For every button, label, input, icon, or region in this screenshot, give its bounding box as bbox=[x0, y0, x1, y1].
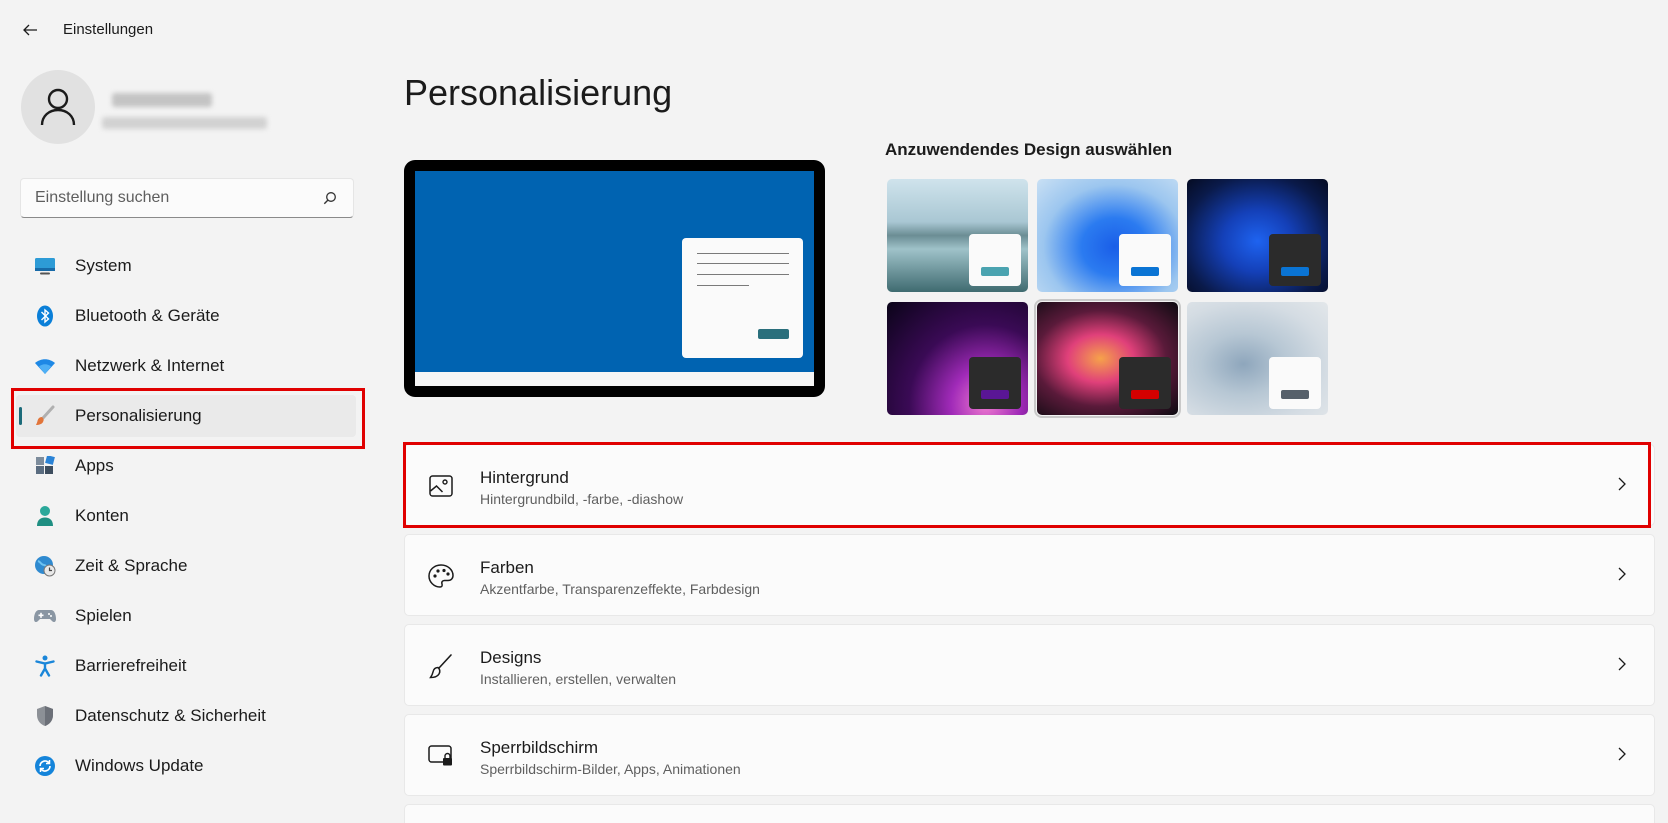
sidebar-item-accessibility[interactable]: Barrierefreiheit bbox=[16, 645, 356, 687]
theme-tile-flow[interactable] bbox=[1187, 302, 1328, 415]
preview-window-line bbox=[697, 274, 789, 275]
sidebar-item-label: System bbox=[75, 256, 132, 275]
preview-window-line bbox=[697, 263, 789, 264]
wifi-icon bbox=[34, 355, 56, 377]
title-bar: Einstellungen bbox=[0, 0, 1668, 60]
preview-window-button bbox=[758, 329, 789, 339]
paintbrush-icon bbox=[34, 405, 56, 427]
setting-subtitle: Hintergrundbild, -farbe, -diashow bbox=[480, 491, 684, 507]
theme-accent-chip bbox=[1131, 390, 1159, 399]
avatar[interactable] bbox=[21, 70, 95, 144]
sidebar-item-label: Datenschutz & Sicherheit bbox=[75, 706, 266, 725]
chevron-right-icon bbox=[1618, 567, 1626, 581]
theme-accent-chip bbox=[1281, 390, 1309, 399]
theme-tile-lake[interactable] bbox=[887, 179, 1028, 292]
sidebar-item-label: Bluetooth & Geräte bbox=[75, 306, 220, 325]
sidebar-item-bluetooth[interactable]: Bluetooth & Geräte bbox=[16, 295, 356, 337]
search-input[interactable]: Einstellung suchen bbox=[35, 189, 321, 207]
sidebar-item-label: Zeit & Sprache bbox=[75, 556, 188, 575]
sidebar-item-label: Apps bbox=[75, 456, 114, 475]
themes-heading: Anzuwendendes Design auswählen bbox=[885, 140, 1173, 159]
person-icon bbox=[40, 88, 76, 126]
setting-subtitle: Akzentfarbe, Transparenzeffekte, Farbdes… bbox=[480, 581, 760, 597]
sidebar-item-network[interactable]: Netzwerk & Internet bbox=[16, 345, 356, 387]
setting-row-designs[interactable]: Designs Installieren, erstellen, verwalt… bbox=[404, 624, 1655, 706]
sidebar-nav: System Bluetooth & Geräte Netzwerk & Int… bbox=[16, 245, 356, 795]
theme-card-light bbox=[969, 234, 1021, 286]
sidebar-item-apps[interactable]: Apps bbox=[16, 445, 356, 487]
back-button[interactable] bbox=[16, 16, 44, 44]
update-icon bbox=[34, 755, 56, 777]
accessibility-icon bbox=[34, 655, 56, 677]
sidebar-item-personalization[interactable]: Personalisierung bbox=[16, 395, 356, 437]
apps-icon bbox=[34, 455, 56, 477]
sidebar-item-gaming[interactable]: Spielen bbox=[16, 595, 356, 637]
gamepad-icon bbox=[34, 605, 56, 627]
page-title: Personalisierung bbox=[404, 72, 673, 113]
search-icon[interactable] bbox=[321, 189, 339, 207]
setting-row-lockscreen[interactable]: Sperrbildschirm Sperrbildschirm-Bilder, … bbox=[404, 714, 1655, 796]
sidebar-item-label: Spielen bbox=[75, 606, 132, 625]
sidebar-item-accounts[interactable]: Konten bbox=[16, 495, 356, 537]
brush-icon bbox=[427, 652, 455, 680]
chevron-right-icon bbox=[1618, 657, 1626, 671]
theme-card-light bbox=[1269, 357, 1321, 409]
bluetooth-icon bbox=[34, 305, 56, 327]
preview-window-line bbox=[697, 285, 749, 286]
preview-taskbar bbox=[415, 372, 814, 386]
theme-tile-bloom-light[interactable] bbox=[1037, 179, 1178, 292]
sidebar-item-system[interactable]: System bbox=[16, 245, 356, 287]
user-email-redacted bbox=[102, 117, 267, 129]
system-icon bbox=[34, 255, 56, 277]
setting-subtitle: Sperrbildschirm-Bilder, Apps, Animatione… bbox=[480, 761, 741, 777]
account-icon bbox=[34, 505, 56, 527]
preview-window-line bbox=[697, 253, 789, 254]
lockscreen-icon bbox=[427, 742, 455, 770]
globe-clock-icon bbox=[34, 555, 56, 577]
setting-row-background[interactable]: Hintergrund Hintergrundbild, -farbe, -di… bbox=[404, 444, 1655, 526]
theme-tile-bloom-dark[interactable] bbox=[1187, 179, 1328, 292]
sidebar-item-windows-update[interactable]: Windows Update bbox=[16, 745, 356, 787]
theme-accent-chip bbox=[1131, 267, 1159, 276]
theme-card-dark bbox=[1119, 357, 1171, 409]
setting-title: Designs bbox=[480, 648, 542, 667]
theme-tile-captured-motion[interactable] bbox=[1034, 299, 1181, 418]
setting-subtitle: Installieren, erstellen, verwalten bbox=[480, 671, 677, 687]
chevron-right-icon bbox=[1618, 747, 1626, 761]
setting-row-colors[interactable]: Farben Akzentfarbe, Transparenzeffekte, … bbox=[404, 534, 1655, 616]
arrow-left-icon bbox=[23, 24, 37, 36]
palette-icon bbox=[427, 562, 455, 590]
sidebar-item-label: Barrierefreiheit bbox=[75, 656, 187, 675]
sidebar-item-label: Personalisierung bbox=[75, 406, 202, 425]
image-icon bbox=[427, 472, 455, 500]
theme-accent-chip bbox=[981, 390, 1009, 399]
sidebar-item-label: Windows Update bbox=[75, 756, 204, 775]
setting-title: Farben bbox=[480, 558, 534, 577]
sidebar-item-privacy[interactable]: Datenschutz & Sicherheit bbox=[16, 695, 356, 737]
theme-accent-chip bbox=[1281, 267, 1309, 276]
sidebar-item-label: Netzwerk & Internet bbox=[75, 356, 225, 375]
setting-title: Hintergrund bbox=[480, 468, 569, 487]
sidebar-item-label: Konten bbox=[75, 506, 129, 525]
theme-tile-glow[interactable] bbox=[887, 302, 1028, 415]
chevron-right-icon bbox=[1618, 477, 1626, 491]
sidebar-item-time-language[interactable]: Zeit & Sprache bbox=[16, 545, 356, 587]
search-box[interactable]: Einstellung suchen bbox=[20, 178, 354, 218]
user-name-redacted bbox=[112, 93, 212, 107]
theme-accent-chip bbox=[981, 267, 1009, 276]
setting-row-partial[interactable] bbox=[404, 804, 1655, 823]
theme-card-dark bbox=[969, 357, 1021, 409]
preview-window bbox=[682, 238, 803, 358]
theme-preview bbox=[404, 160, 825, 397]
theme-card-light bbox=[1119, 234, 1171, 286]
shield-icon bbox=[34, 705, 56, 727]
theme-card-dark bbox=[1269, 234, 1321, 286]
setting-title: Sperrbildschirm bbox=[480, 738, 599, 757]
app-title: Einstellungen bbox=[63, 21, 154, 38]
